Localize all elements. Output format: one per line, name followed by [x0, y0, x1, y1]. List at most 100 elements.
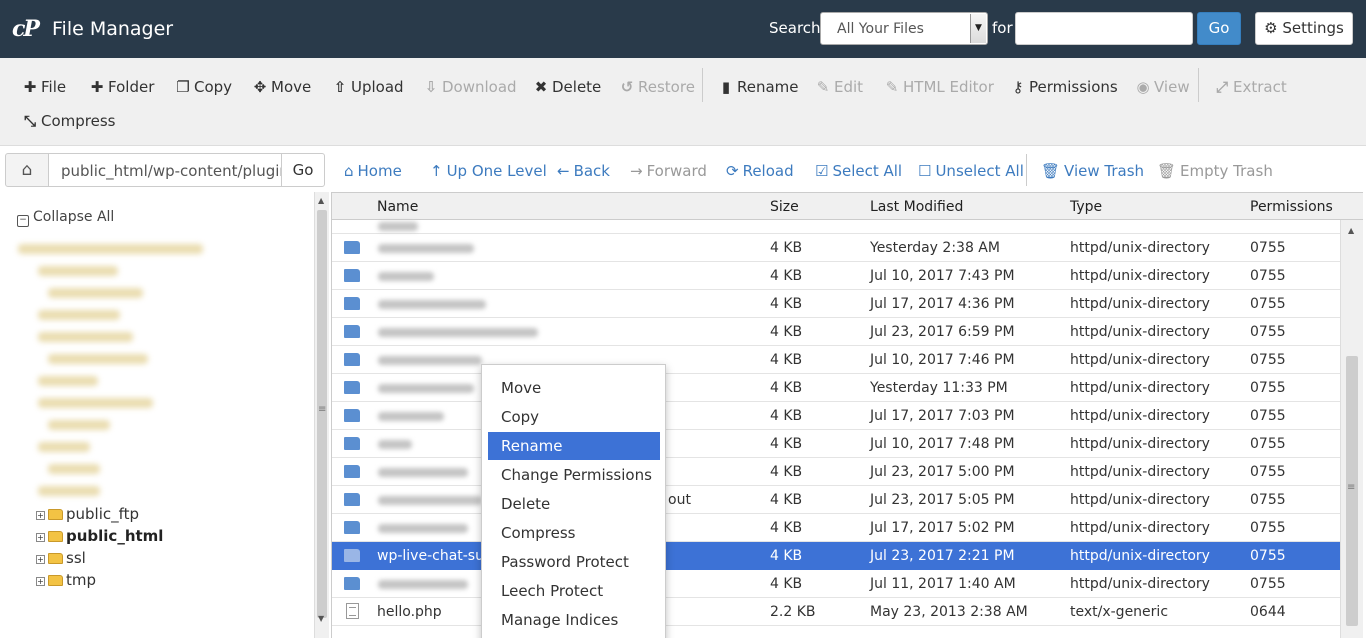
redacted-tree-item[interactable] — [48, 464, 100, 474]
cell-size: 4 KB — [770, 352, 803, 368]
expand-icon[interactable]: + — [36, 533, 45, 542]
checkbox-empty-icon: ☐ — [918, 162, 932, 180]
compress-button[interactable]: ⤡ Compress — [22, 112, 116, 130]
delete-button[interactable]: ✖ Delete — [533, 78, 602, 96]
table-row[interactable]: 4 KB Jul 23, 2017 6:59 PM httpd/unix-direc… — [332, 318, 1340, 346]
table-row[interactable] — [332, 220, 1340, 234]
cell-size: 4 KB — [770, 380, 803, 396]
cell-type: httpd/unix-directory — [1070, 408, 1210, 424]
cpanel-logo[interactable]: cP — [12, 16, 40, 42]
tree-node-public-html[interactable]: + public_html — [36, 527, 163, 545]
nav-back[interactable]: ← Back — [557, 162, 610, 180]
path-go-button[interactable]: Go — [281, 153, 325, 187]
expand-icon[interactable]: + — [36, 511, 45, 520]
context-menu-password-protect[interactable]: Password Protect — [488, 548, 660, 576]
path-input[interactable]: public_html/wp-content/plugin — [48, 153, 282, 187]
context-menu-manage-indices[interactable]: Manage Indices — [488, 606, 660, 634]
column-permissions[interactable]: Permissions — [1250, 199, 1333, 215]
move-icon: ✥ — [253, 78, 267, 96]
column-name[interactable]: Name — [377, 199, 418, 215]
context-menu-delete[interactable]: Delete — [488, 490, 660, 518]
redacted-tree-item[interactable] — [38, 310, 120, 320]
tree-node-ssl[interactable]: + ssl — [36, 549, 86, 567]
redacted-filename — [378, 412, 444, 421]
redacted-tree-item[interactable] — [48, 420, 110, 430]
compress-icon: ⤡ — [23, 112, 36, 130]
refresh-icon: ⟳ — [726, 162, 739, 180]
search-scope-select[interactable]: All Your Files ▼ — [820, 12, 988, 45]
cell-last-modified: Yesterday 2:38 AM — [870, 240, 1000, 256]
redacted-tree-item[interactable] — [38, 442, 90, 452]
column-type[interactable]: Type — [1070, 199, 1102, 215]
scroll-down-icon[interactable]: ▼ — [318, 614, 324, 623]
tree-node-public-ftp[interactable]: + public_ftp — [36, 505, 139, 523]
redacted-tree-item[interactable] — [48, 354, 148, 364]
column-size[interactable]: Size — [770, 199, 799, 215]
download-button[interactable]: ⇩ Download — [423, 78, 517, 96]
redacted-tree-item[interactable] — [38, 376, 98, 386]
cell-last-modified: Jul 17, 2017 7:03 PM — [870, 408, 1015, 424]
redacted-tree-item[interactable] — [38, 398, 153, 408]
view-button[interactable]: ◉ View — [1135, 78, 1189, 96]
edit-button[interactable]: ✎ Edit — [815, 78, 863, 96]
redacted-filename — [378, 300, 486, 309]
redacted-tree-item[interactable] — [38, 486, 100, 496]
nav-forward[interactable]: → Forward — [630, 162, 707, 180]
nav-reload[interactable]: ⟳ Reload — [726, 162, 794, 180]
nav-empty-trash[interactable]: 🗑 Empty Trash — [1157, 162, 1273, 180]
expand-icon[interactable]: + — [36, 577, 45, 586]
nav-up-one-level[interactable]: ↑ Up One Level — [430, 162, 547, 180]
table-scrollbar[interactable]: ▲ ≡ — [1340, 220, 1363, 638]
tree-scrollbar[interactable]: ▲ ≡ ▼ — [314, 192, 329, 638]
context-menu-compress[interactable]: Compress — [488, 519, 660, 547]
new-file-button[interactable]: ✚ File — [22, 78, 66, 96]
tree-node-tmp[interactable]: + tmp — [36, 571, 96, 589]
nav-view-trash[interactable]: 🗑 View Trash — [1041, 162, 1144, 180]
context-menu-change-permissions[interactable]: Change Permissions — [488, 461, 660, 489]
table-row[interactable]: 4 KB Jul 10, 2017 7:43 PM httpd/unix-direc… — [332, 262, 1340, 290]
context-menu-rename[interactable]: Rename — [488, 432, 660, 460]
redacted-tree-item[interactable] — [38, 266, 118, 276]
collapse-all-link[interactable]: − Collapse All — [17, 209, 114, 227]
context-menu-move[interactable]: Move — [488, 374, 660, 402]
move-button[interactable]: ✥ Move — [252, 78, 312, 96]
nav-home[interactable]: ⌂ Home — [344, 162, 402, 180]
new-folder-button[interactable]: ✚ Folder — [89, 78, 155, 96]
expand-icon[interactable]: + — [36, 555, 45, 564]
nav-select-all[interactable]: ☑ Select All — [815, 162, 902, 180]
html-editor-button[interactable]: ✎ HTML Editor — [884, 78, 994, 96]
restore-button[interactable]: ↺ Restore — [619, 78, 695, 96]
cell-permissions: 0755 — [1250, 240, 1286, 256]
column-last-modified[interactable]: Last Modified — [870, 199, 963, 215]
redacted-filename — [378, 496, 482, 505]
cell-type: httpd/unix-directory — [1070, 380, 1210, 396]
table-row[interactable]: 4 KB Jul 17, 2017 4:36 PM httpd/unix-direc… — [332, 290, 1340, 318]
undo-icon: ↺ — [620, 78, 634, 96]
copy-button[interactable]: ❐ Copy — [175, 78, 232, 96]
nav-unselect-all[interactable]: ☐ Unselect All — [918, 162, 1024, 180]
cell-last-modified: Jul 11, 2017 1:40 AM — [870, 576, 1016, 592]
redacted-tree-item[interactable] — [48, 288, 143, 298]
redacted-tree-item[interactable] — [18, 244, 203, 254]
home-icon[interactable]: ⌂ — [5, 153, 49, 187]
context-menu-copy[interactable]: Copy — [488, 403, 660, 431]
extract-button[interactable]: ⤢ Extract — [1214, 78, 1287, 96]
collapse-icon: − — [17, 215, 29, 227]
search-go-button[interactable]: Go — [1197, 12, 1241, 45]
permissions-button[interactable]: ⚷ Permissions — [1010, 78, 1118, 96]
chevron-down-icon[interactable]: ▼ — [970, 14, 986, 43]
upload-button[interactable]: ⇧ Upload — [332, 78, 404, 96]
scroll-up-icon[interactable]: ▲ — [1348, 226, 1354, 235]
scroll-up-icon[interactable]: ▲ — [318, 196, 324, 205]
top-header: cP File Manager Search All Your Files ▼ … — [0, 0, 1366, 58]
folder-icon — [344, 381, 360, 394]
settings-button[interactable]: ⚙ Settings — [1255, 12, 1353, 45]
context-menu-leech-protect[interactable]: Leech Protect — [488, 577, 660, 605]
folder-icon — [344, 297, 360, 310]
search-scope-value: All Your Files — [837, 21, 924, 37]
rename-button[interactable]: ▮ Rename — [718, 78, 799, 96]
toolbar-divider — [702, 68, 703, 102]
redacted-tree-item[interactable] — [38, 332, 133, 342]
search-input[interactable] — [1015, 12, 1193, 45]
table-row[interactable]: 4 KB Yesterday 2:38 AM httpd/unix-director… — [332, 234, 1340, 262]
